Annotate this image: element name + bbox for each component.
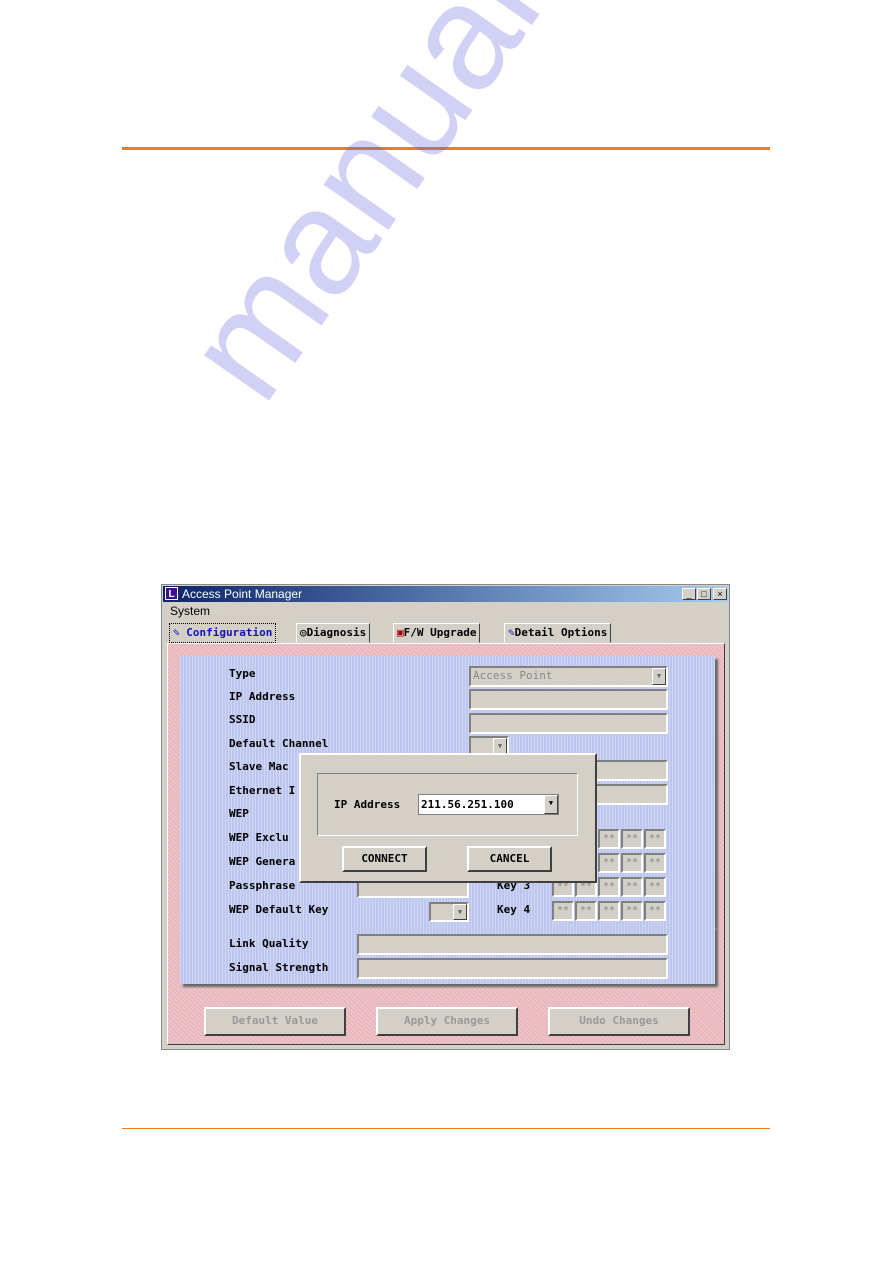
link-quality-field — [357, 934, 668, 955]
label-key-4: Key 4 — [497, 903, 531, 916]
wep-key-byte-input[interactable]: ** — [621, 901, 643, 921]
label-default-channel: Default Channel — [229, 737, 329, 750]
tab-detail-options[interactable]: ✎Detail Options — [504, 623, 612, 643]
title-bar: L Access Point Manager _ □ × — [163, 586, 728, 602]
wep-key-byte-input[interactable]: ** — [621, 829, 643, 849]
wep-key-byte-input[interactable]: ** — [575, 901, 597, 921]
menu-system[interactable]: System — [170, 604, 210, 618]
firmware-upgrade-icon: ▣ — [397, 626, 404, 639]
chevron-down-icon[interactable]: ▼ — [493, 738, 507, 754]
config-tool-icon: ✎ — [173, 626, 180, 639]
tab-fw-upgrade[interactable]: ▣F/W Upgrade — [393, 623, 481, 643]
tab-configuration[interactable]: ✎ Configuration — [169, 623, 277, 643]
watermark: manuals.plus — [151, 0, 797, 428]
undo-changes-button[interactable]: Undo Changes — [548, 1007, 690, 1036]
type-select[interactable]: Access Point ▼ — [469, 666, 668, 687]
footer-rule — [122, 1128, 770, 1129]
dialog-group: IP Address 211.56.251.100 ▼ — [317, 773, 578, 836]
minimize-button[interactable]: _ — [682, 588, 696, 600]
ssid-input[interactable] — [469, 713, 668, 734]
chevron-down-icon[interactable]: ▼ — [544, 795, 558, 814]
wep-key-byte-input[interactable]: ** — [598, 829, 620, 849]
label-wep-default-key: WEP Default Key — [229, 903, 329, 916]
tab-diagnosis[interactable]: ◎Diagnosis — [296, 623, 371, 643]
default-value-button[interactable]: Default Value — [204, 1007, 346, 1036]
wep-key-byte-input[interactable]: ** — [644, 877, 666, 897]
label-ethernet: Ethernet I — [229, 784, 296, 797]
label-wep-exclude: WEP Exclu — [229, 831, 289, 844]
wep-key-byte-input[interactable]: ** — [598, 877, 620, 897]
label-passphrase: Passphrase — [229, 879, 296, 892]
wep-key-byte-input[interactable]: ** — [552, 901, 574, 921]
ip-address-combobox[interactable]: 211.56.251.100 ▼ — [418, 794, 559, 815]
label-wep-generate: WEP Genera — [229, 855, 296, 868]
dialog-ip-label: IP Address — [334, 798, 401, 811]
status-panel: Link Quality Signal Strength — [180, 926, 715, 984]
label-ssid: SSID — [229, 713, 256, 726]
label-wep: WEP — [229, 807, 249, 820]
connect-dialog: IP Address 211.56.251.100 ▼ CONNECT CANCE… — [299, 753, 597, 883]
close-button[interactable]: × — [713, 588, 727, 600]
wep-key-byte-input[interactable]: ** — [598, 901, 620, 921]
wep-default-key-select[interactable]: ▼ — [429, 902, 469, 922]
label-type: Type — [229, 667, 256, 680]
label-link-quality: Link Quality — [229, 937, 309, 950]
label-ip-address: IP Address — [229, 690, 296, 703]
header-rule — [122, 147, 770, 150]
stethoscope-icon: ◎ — [300, 626, 307, 639]
apply-changes-button[interactable]: Apply Changes — [376, 1007, 518, 1036]
connect-button[interactable]: CONNECT — [342, 846, 427, 872]
pencil-icon: ✎ — [508, 626, 515, 639]
wep-key-byte-input[interactable]: ** — [598, 853, 620, 873]
wep-key-byte-input[interactable]: ** — [621, 877, 643, 897]
app-logo-icon: L — [165, 587, 178, 600]
label-slave-mac: Slave Mac — [229, 760, 289, 773]
signal-strength-field — [357, 958, 668, 979]
maximize-button[interactable]: □ — [697, 588, 711, 600]
wep-key-byte-input[interactable]: ** — [644, 853, 666, 873]
app-window: L Access Point Manager _ □ × System ✎ Co… — [161, 584, 730, 1050]
chevron-down-icon[interactable]: ▼ — [453, 904, 467, 920]
wep-key-byte-input[interactable]: ** — [621, 853, 643, 873]
ip-address-input[interactable] — [469, 689, 668, 710]
wep-key-byte-input[interactable]: ** — [644, 901, 666, 921]
cancel-button[interactable]: CANCEL — [467, 846, 552, 872]
wep-key-byte-input[interactable]: ** — [644, 829, 666, 849]
window-title: Access Point Manager — [182, 587, 303, 601]
manual-page: L Access Point Manager _ □ × System ✎ Co… — [0, 0, 893, 1263]
chevron-down-icon[interactable]: ▼ — [652, 668, 666, 685]
label-signal-strength: Signal Strength — [229, 961, 329, 974]
